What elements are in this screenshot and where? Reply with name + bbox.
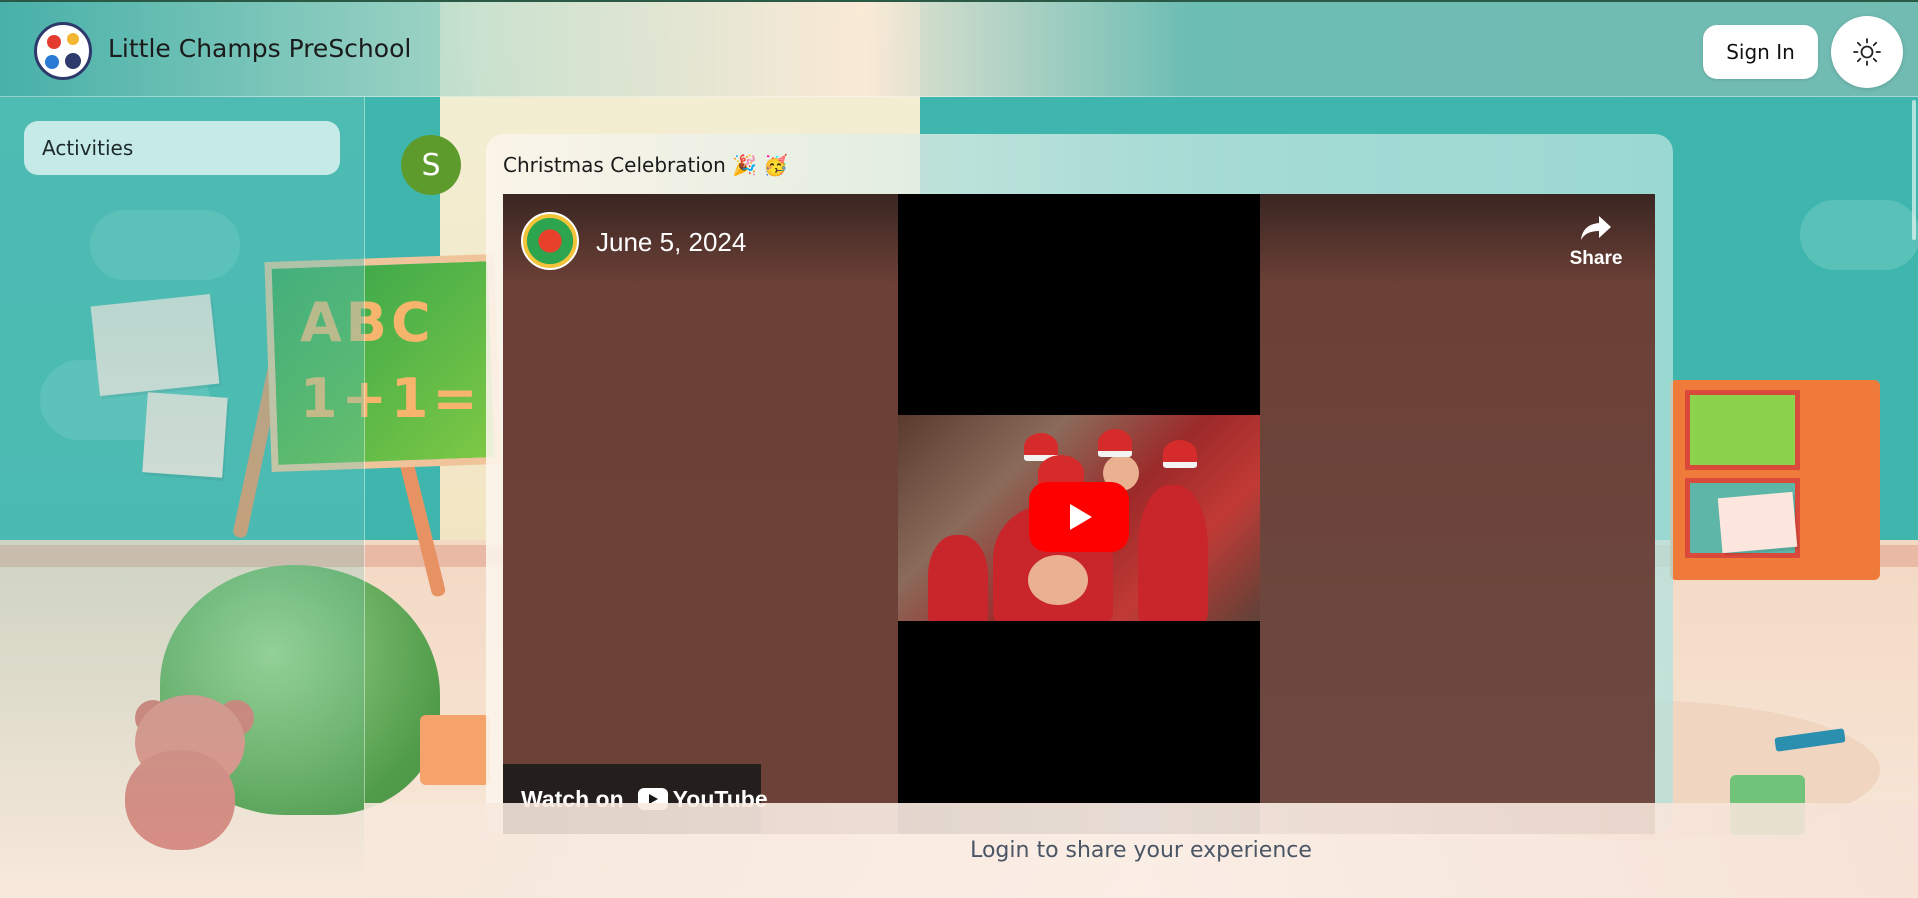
- video-blur-left: [503, 194, 898, 834]
- author-avatar[interactable]: S: [401, 135, 461, 195]
- video-title[interactable]: June 5, 2024: [596, 227, 746, 258]
- post-title: Christmas Celebration 🎉 🥳: [503, 153, 789, 177]
- play-icon: [1070, 504, 1092, 530]
- logo-mark: [47, 35, 61, 49]
- top-navbar: Little Champs PreSchool Sign In: [0, 0, 1918, 97]
- sidebar: Activities: [0, 97, 364, 898]
- shelf-drawer: [1685, 390, 1800, 470]
- thumbnail-face: [1028, 555, 1088, 605]
- login-prompt[interactable]: Login to share your experience: [970, 838, 1312, 863]
- share-icon: [1581, 216, 1611, 240]
- santa-hat: [1163, 440, 1197, 468]
- sidebar-divider: [364, 97, 365, 898]
- comment-footer: Login to share your experience: [364, 803, 1918, 898]
- brand-name[interactable]: Little Champs PreSchool: [108, 34, 411, 63]
- thumbnail-figure: [1138, 485, 1208, 621]
- share-button[interactable]: Share: [1556, 214, 1636, 270]
- sidebar-item-label: Activities: [42, 136, 134, 160]
- page-scrollbar[interactable]: [1912, 100, 1916, 240]
- toy-block: [420, 715, 490, 785]
- santa-hat: [1098, 429, 1132, 457]
- thumbnail-figure: [928, 535, 988, 621]
- logo-mark: [65, 53, 81, 69]
- pinned-note: [1717, 491, 1798, 554]
- video-blur-right: [1260, 194, 1655, 834]
- theme-toggle-button[interactable]: [1831, 16, 1903, 88]
- sun-icon: [1853, 38, 1881, 66]
- play-button[interactable]: [1029, 482, 1129, 552]
- channel-logo[interactable]: [521, 212, 579, 270]
- sidebar-item-activities[interactable]: Activities: [24, 121, 340, 175]
- logo-mark: [67, 33, 79, 45]
- youtube-embed[interactable]: June 5, 2024 Share Watch on YouTube: [503, 194, 1655, 834]
- share-label: Share: [1569, 248, 1623, 269]
- wall-cloud: [1800, 200, 1918, 270]
- school-logo[interactable]: [34, 22, 92, 80]
- logo-mark: [45, 55, 59, 69]
- sign-in-button[interactable]: Sign In: [1703, 25, 1818, 79]
